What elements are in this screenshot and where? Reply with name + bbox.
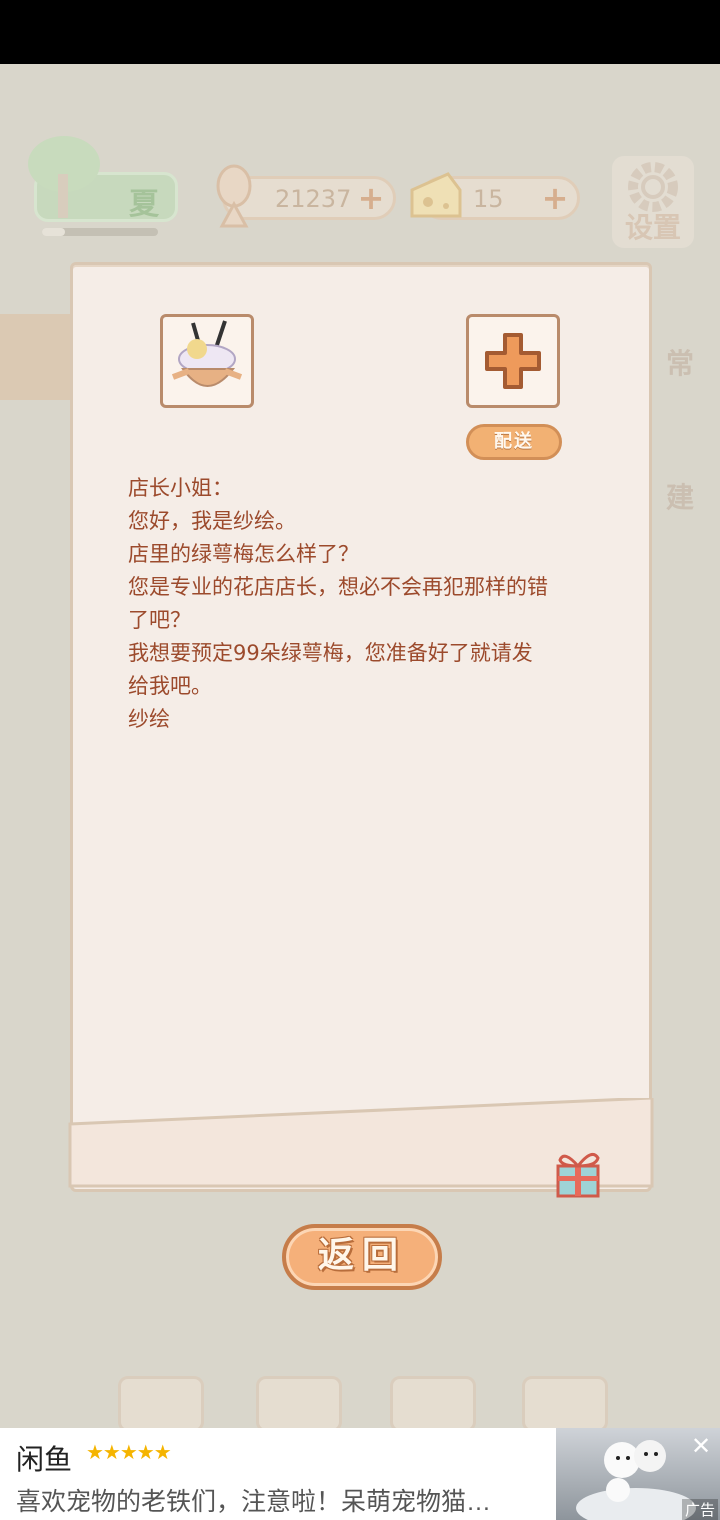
season-label: 夏 (129, 187, 159, 222)
status-bar (0, 0, 720, 64)
build-label: 建 (665, 481, 694, 514)
cheese-currency-value: 15 (473, 185, 504, 213)
nav-cooking-button[interactable] (390, 1376, 476, 1428)
letter-line: 店长小姐： (128, 476, 233, 500)
gift-icon[interactable] (548, 1144, 606, 1202)
close-icon[interactable]: ✕ (688, 1434, 714, 1460)
nav-shop-button[interactable] (256, 1376, 342, 1428)
letter-signature: 纱绘 (128, 707, 170, 731)
letter-line: 我想要预定99朵绿萼梅，您准备好了就请发 (128, 641, 533, 665)
letter-line: 店里的绿萼梅怎么样了？ (128, 542, 359, 566)
letter-line: 了吧？ (128, 608, 191, 632)
letter-line: 您是专业的花店店长，想必不会再犯那样的错 (128, 575, 548, 599)
letter-dialog: 配送 店长小姐： 您好，我是纱绘。 店里的绿萼梅怎么样了？ 您是专业的花店店长，… (66, 262, 656, 1194)
ad-rating-stars: ★★★★★ (86, 1440, 172, 1464)
nav-trophy-button[interactable] (522, 1376, 608, 1428)
ad-tag: 广告 (681, 1499, 718, 1520)
bottom-navigation (0, 1364, 720, 1428)
sender-portrait (160, 314, 254, 408)
ad-banner[interactable]: 闲鱼 ★★★★★ 喜欢宠物的老铁们，注意啦！呆萌宠物猫… ✕ 广告 (0, 1428, 720, 1520)
fish-currency-value: 21237 (275, 185, 352, 213)
settings-button[interactable]: 设置 (612, 156, 694, 248)
add-cheese-button[interactable]: + (539, 182, 571, 215)
letter-line: 您好，我是纱绘。 (128, 509, 296, 533)
nav-window-button[interactable] (118, 1376, 204, 1428)
fishbone-icon (216, 164, 252, 228)
avatar (171, 320, 243, 387)
add-fish-button[interactable]: + (355, 182, 387, 215)
letter-body: 店长小姐： 您好，我是纱绘。 店里的绿萼梅怎么样了？ 您是专业的花店店长，想必不… (128, 472, 608, 736)
ad-brand: 闲鱼 (16, 1444, 73, 1475)
plus-icon (485, 333, 541, 389)
settings-label: 设置 (624, 211, 681, 244)
season-progress-fill (42, 228, 66, 236)
letter-line: 给我吧。 (128, 674, 212, 698)
daily-tasks-label: 常 (665, 347, 694, 380)
ad-image[interactable]: ✕ 广告 (556, 1428, 720, 1520)
season-progress-bar (42, 228, 158, 236)
back-button[interactable]: 返回 (282, 1224, 442, 1290)
add-item-slot[interactable] (466, 314, 560, 408)
deliver-button[interactable]: 配送 (466, 424, 562, 460)
ad-description: 喜欢宠物的老铁们，注意啦！呆萌宠物猫… (16, 1488, 492, 1516)
tree-icon (28, 136, 100, 218)
cheese-icon (410, 172, 462, 218)
